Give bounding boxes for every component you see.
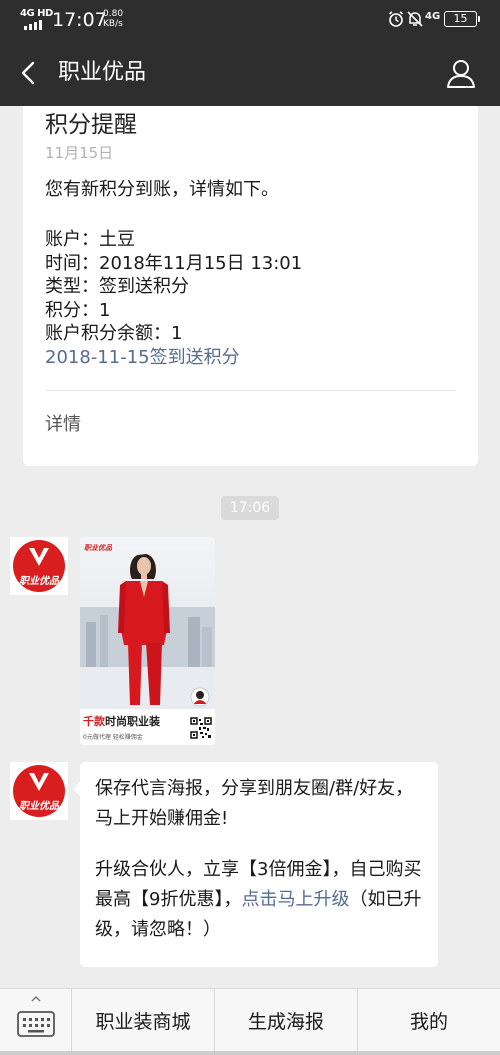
detail-account: 账户：土豆: [45, 229, 135, 250]
page-title: 职业优品: [58, 60, 147, 85]
message-line-upgrade: 升级合伙人，立享【3倍佣金】，自己购买最高【9折优惠】，点击马上升级（如已升级，…: [95, 855, 428, 945]
upgrade-link[interactable]: 点击马上升级: [241, 889, 349, 910]
menu-item-poster[interactable]: 生成海报: [215, 989, 358, 1055]
avatar[interactable]: 职业优品: [10, 762, 68, 820]
poster-subtitle: 0元做代理 轻松赚佣金: [83, 734, 143, 741]
signal-icon: [24, 20, 42, 30]
chevron-up-icon: [31, 996, 41, 1002]
brand-logo: 职业优品: [13, 540, 65, 592]
avatar[interactable]: 职业优品: [10, 537, 68, 595]
record-link[interactable]: 2018-11-15签到送积分: [45, 346, 302, 370]
detail-balance: 账户积分余额：1: [45, 323, 183, 344]
v-logo-icon: [29, 773, 49, 791]
menu-item-shop[interactable]: 职业装商城: [72, 989, 215, 1055]
mute-icon: [407, 11, 423, 27]
divider: [45, 390, 456, 391]
status-time: 17:07: [52, 9, 107, 31]
cellular-type: 4G: [425, 11, 441, 22]
poster-badge-icon: [190, 687, 210, 707]
avatar-brand-text: 职业优品: [19, 801, 59, 812]
message-timestamp: 17:06: [221, 496, 279, 520]
detail-time: 时间：2018年11月15日 13:01: [45, 252, 303, 274]
poster-caption-rest: 时尚职业装: [105, 715, 160, 728]
battery-level: 15: [453, 12, 468, 25]
model-illustration: [80, 554, 215, 709]
message-text: 保存代言海报，分享到朋友圈/群/好友，马上开始赚佣金! 升级合伙人，立享【3倍佣…: [95, 774, 428, 945]
menu-item-mine[interactable]: 我的: [358, 989, 500, 1055]
poster-caption: 千款时尚职业装: [83, 713, 160, 729]
poster-logo: 职业优品: [84, 544, 112, 552]
alarm-icon: [388, 11, 404, 27]
bottom-menu: 职业装商城 生成海报 我的: [0, 988, 500, 1055]
card-intro: 您有新积分到账，详情如下。: [45, 179, 279, 200]
qr-code-icon: [190, 717, 212, 739]
keyboard-toggle-button[interactable]: [0, 989, 72, 1055]
brand-logo: 职业优品: [13, 765, 65, 817]
battery-icon: 15: [444, 11, 480, 27]
avatar-brand-text: 职业优品: [19, 576, 59, 587]
poster-caption-red: 千款: [83, 715, 105, 728]
detail-link[interactable]: 详情: [45, 413, 81, 437]
home-indicator: [0, 1051, 500, 1055]
card-date: 11月15日: [45, 144, 114, 162]
speed-unit: KB/s: [103, 19, 123, 29]
speed-value: 0.80: [103, 9, 124, 19]
message-line-share: 保存代言海报，分享到朋友圈/群/好友，马上开始赚佣金!: [95, 778, 414, 829]
keyboard-icon: [17, 1011, 55, 1037]
status-bar: 4G HD 17:07 0.80 KB/s 4G 15: [0, 0, 500, 40]
detail-points: 积分：1: [45, 299, 111, 321]
detail-type: 类型：签到送积分: [45, 276, 189, 297]
card-details: 账户：土豆 时间：2018年11月15日 13:01 类型：签到送积分 积分：1…: [45, 228, 302, 369]
poster-photo: 职业优品: [80, 537, 215, 709]
profile-icon[interactable]: [444, 56, 478, 90]
back-arrow-icon[interactable]: [14, 58, 44, 88]
network-speed: 0.80 KB/s: [103, 9, 123, 29]
v-logo-icon: [29, 548, 49, 566]
network-type: 4G HD: [20, 8, 53, 19]
message-bubble: 保存代言海报，分享到朋友圈/群/好友，马上开始赚佣金! 升级合伙人，立享【3倍佣…: [73, 762, 438, 967]
nav-bar: 职业优品: [0, 40, 500, 106]
card-title: 积分提醒: [45, 112, 137, 138]
points-notification-card[interactable]: 积分提醒 11月15日 您有新积分到账，详情如下。 账户：土豆 时间：2018年…: [23, 106, 478, 466]
poster-image[interactable]: 职业优品 千款时尚职业装 0元做代理 轻松赚佣金: [80, 537, 215, 745]
